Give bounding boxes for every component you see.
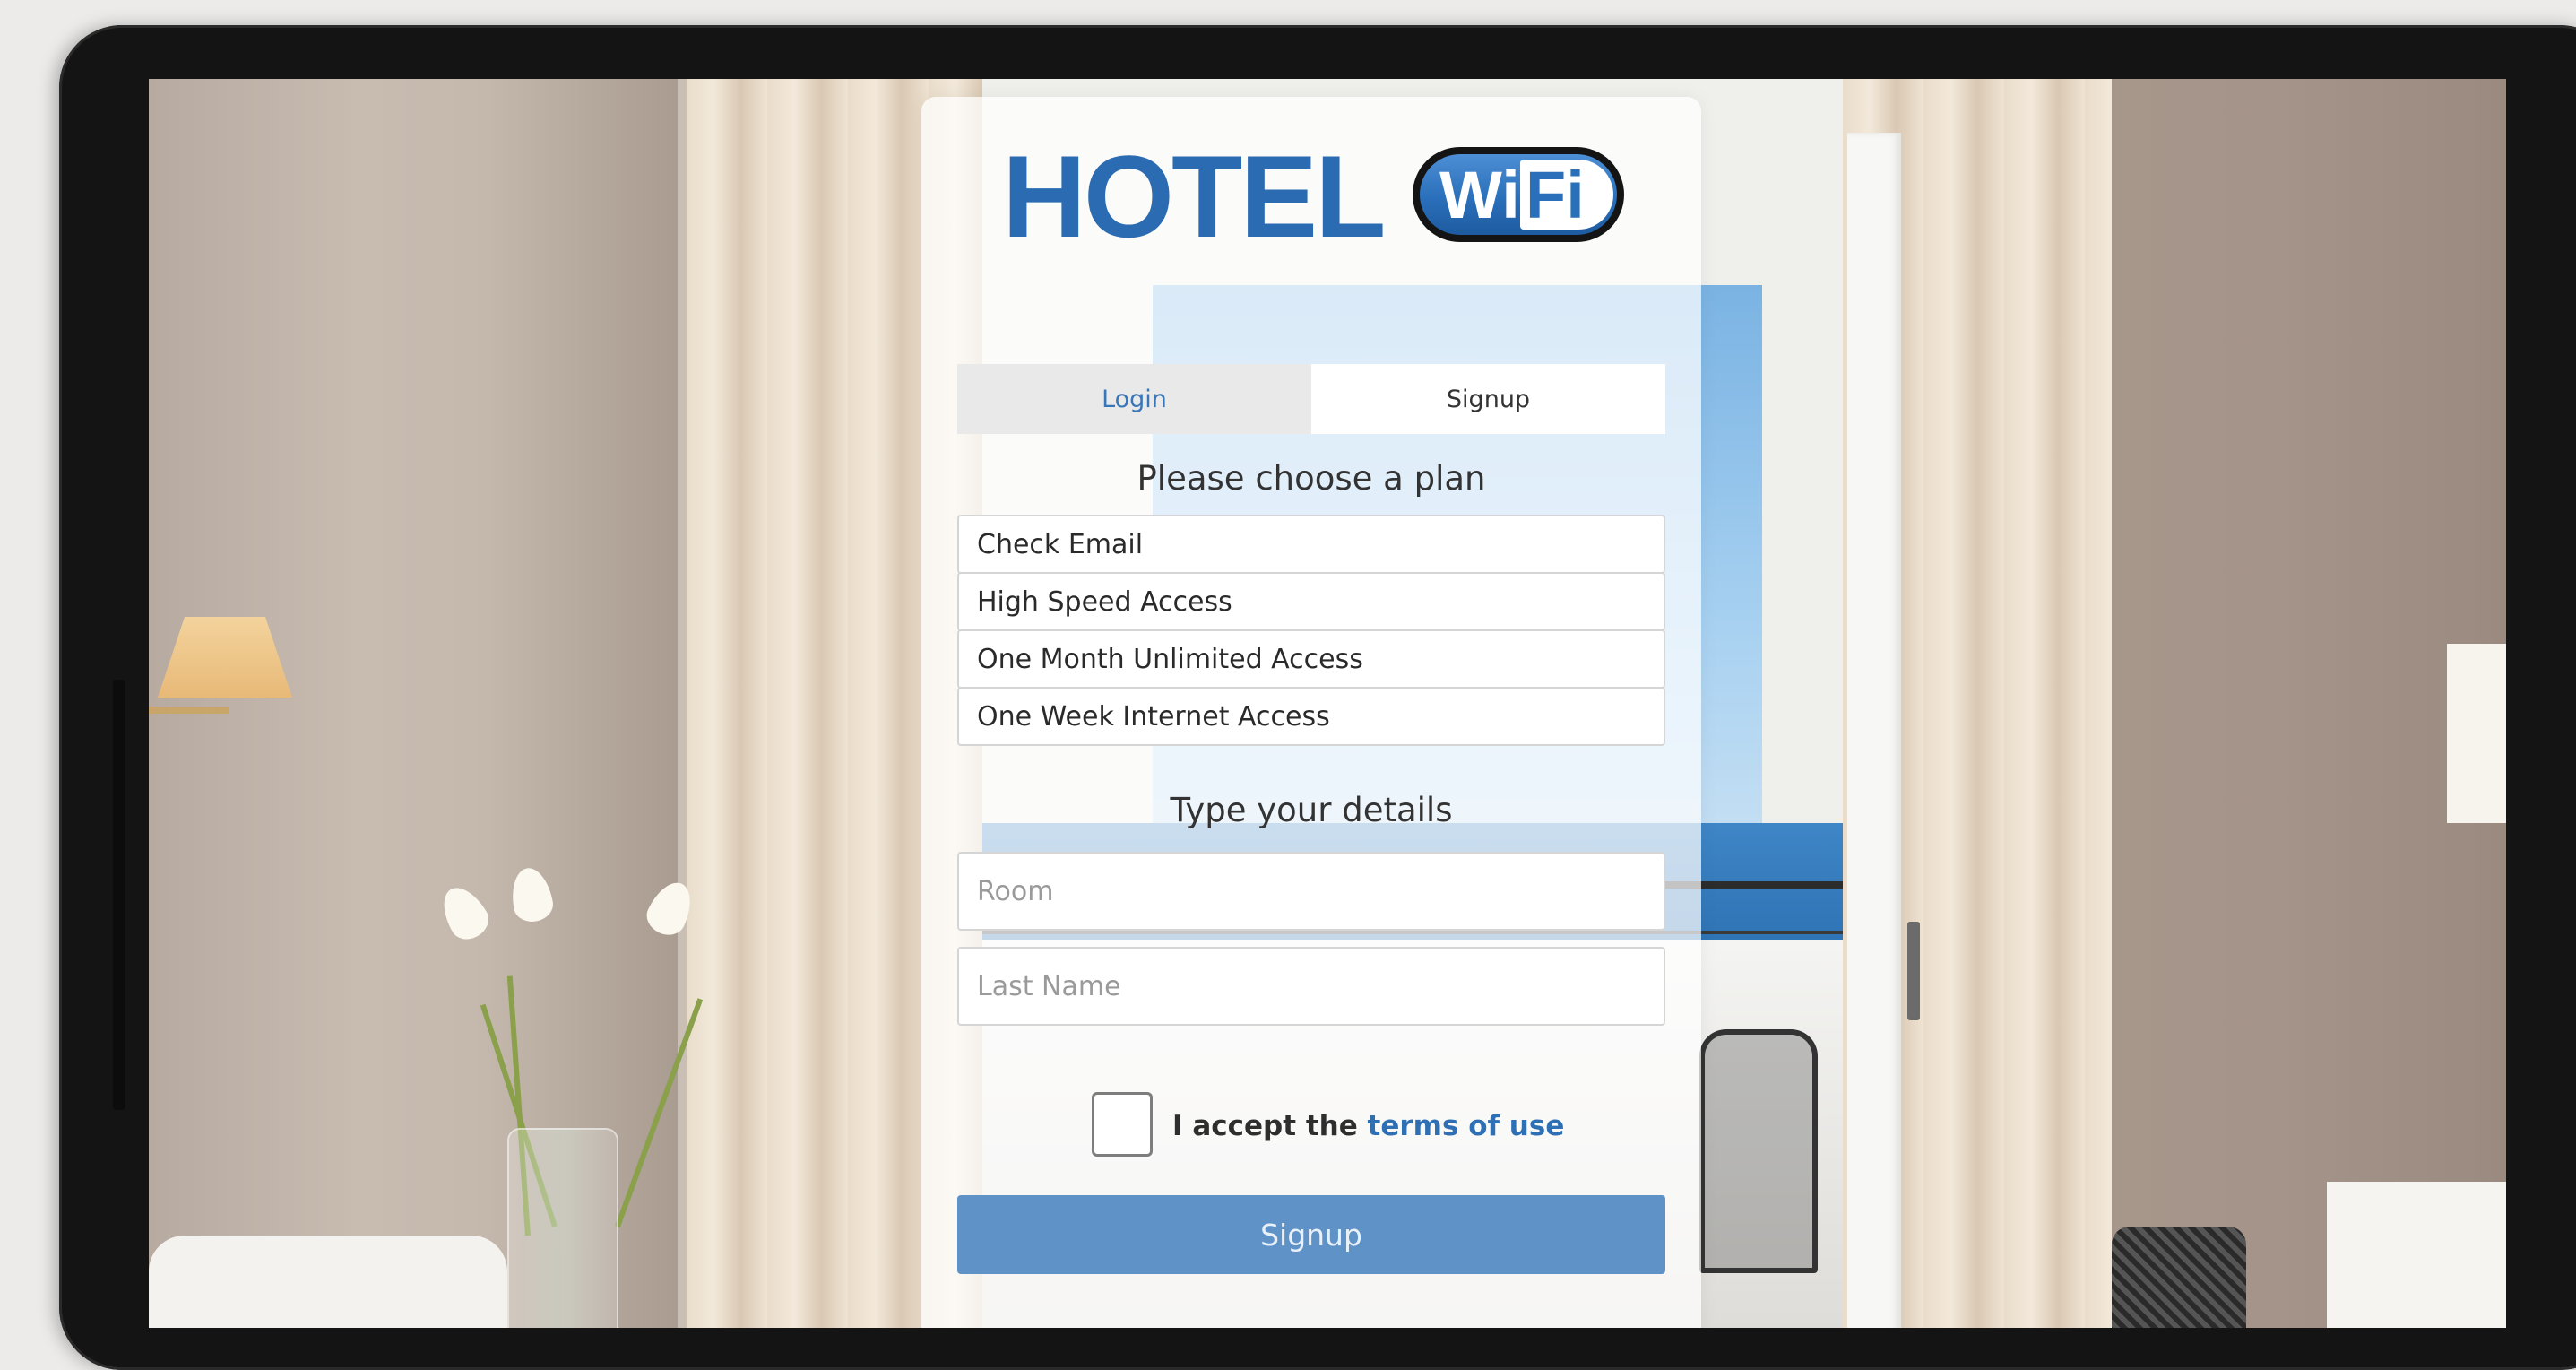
background-vase (507, 1128, 618, 1328)
plan-option-one-month[interactable]: One Month Unlimited Access (957, 629, 1665, 689)
terms-row: I accept the terms of use (921, 1092, 1701, 1164)
room-input[interactable] (957, 852, 1665, 931)
tab-signup[interactable]: Signup (1311, 364, 1665, 434)
terms-prefix: I accept the (1172, 1110, 1358, 1142)
background-bed (149, 1236, 507, 1328)
plan-option-check-email[interactable]: Check Email (957, 515, 1665, 574)
wifi-badge-inner: Wi Fi (1420, 154, 1617, 235)
terms-label: I accept the terms of use (1172, 1110, 1564, 1142)
background-lamp-arm (149, 707, 229, 714)
wifi-badge-icon: Wi Fi (1413, 147, 1624, 242)
wifi-signup-card: HOTEL Wi Fi Login Signup Please choose a… (921, 97, 1701, 1328)
background-side-table (2327, 1182, 2506, 1328)
background-chair (1699, 1029, 1818, 1273)
plan-option-one-week[interactable]: One Week Internet Access (957, 687, 1665, 746)
tablet-screen: HOTEL Wi Fi Login Signup Please choose a… (149, 79, 2506, 1328)
tablet-side-button (113, 680, 125, 1110)
terms-of-use-link[interactable]: terms of use (1368, 1110, 1565, 1142)
auth-tabs: Login Signup (957, 364, 1665, 434)
hotel-wifi-logo: HOTEL Wi Fi (921, 131, 1701, 256)
background-lamp-right (2447, 644, 2506, 823)
logo-hotel-text: HOTEL (1002, 131, 1387, 262)
plan-list: Check Email High Speed Access One Month … (957, 515, 1665, 746)
wifi-badge-fi: Fi (1526, 158, 1585, 232)
background-door-handle (1907, 922, 1920, 1020)
background-door-panel (1847, 133, 1901, 1328)
details-heading: Type your details (1170, 791, 1453, 829)
background-chair-right (2112, 1227, 2246, 1328)
wifi-badge-wi: Wi (1439, 158, 1520, 232)
tab-login[interactable]: Login (957, 364, 1311, 434)
signup-button[interactable]: Signup (957, 1195, 1665, 1274)
plan-option-high-speed[interactable]: High Speed Access (957, 572, 1665, 631)
last-name-input[interactable] (957, 947, 1665, 1026)
terms-checkbox[interactable] (1092, 1092, 1153, 1157)
plan-heading: Please choose a plan (1137, 459, 1486, 498)
